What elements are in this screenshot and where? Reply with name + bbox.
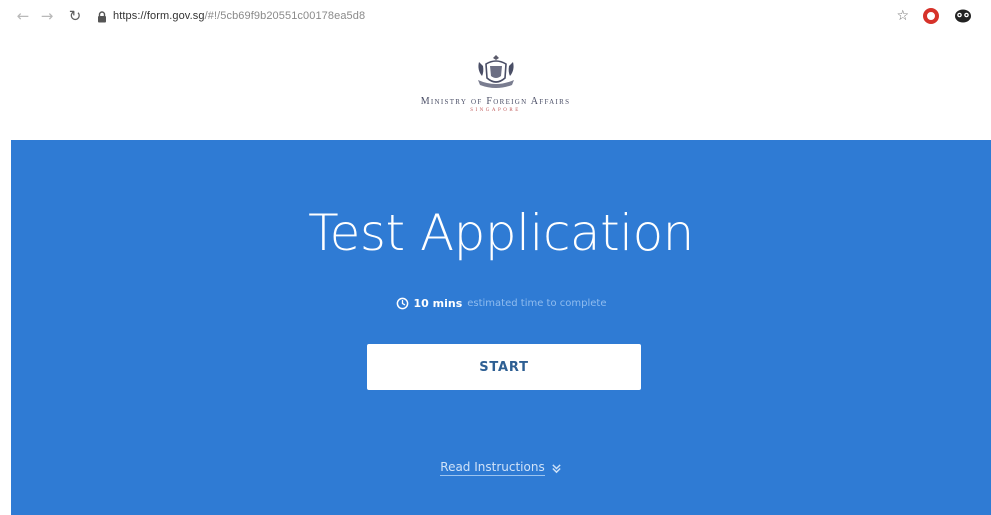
clock-icon	[396, 297, 408, 310]
reload-icon[interactable]: ↻	[64, 5, 86, 27]
time-estimate-duration: 10 mins	[413, 297, 463, 310]
form-title: Test Application	[308, 204, 694, 262]
star-icon[interactable]: ☆	[896, 8, 909, 24]
opera-icon[interactable]	[923, 8, 939, 24]
ministry-name: Ministry of Foreign Affairs	[420, 96, 571, 107]
browser-extensions: ☆	[896, 8, 979, 24]
time-estimate-label: estimated time to complete	[467, 298, 607, 309]
read-instructions-label: Read Instructions	[440, 460, 545, 476]
ministry-country: SINGAPORE	[470, 108, 521, 113]
form-hero: Test Application 10 mins estimated time …	[11, 140, 991, 515]
double-chevron-down-icon	[552, 463, 561, 473]
extension-icon[interactable]	[953, 8, 973, 24]
back-arrow-icon[interactable]: ←	[12, 5, 34, 27]
lock-icon	[96, 9, 108, 23]
read-instructions-link[interactable]: Read Instructions	[11, 460, 991, 476]
time-estimate: 10 mins estimated time to complete	[11, 297, 991, 310]
url-host: https://form.gov.sg	[113, 10, 205, 22]
address-bar[interactable]: https://form.gov.sg/#!/5cb69f9b20551c001…	[113, 10, 365, 22]
browser-toolbar: ← → ↻ https://form.gov.sg/#!/5cb69f9b205…	[0, 0, 991, 32]
coat-of-arms-icon	[477, 55, 514, 88]
start-button[interactable]: START	[367, 344, 641, 390]
page-header: Ministry of Foreign Affairs SINGAPORE	[0, 32, 991, 140]
url-path: /#!/5cb69f9b20551c00178ea5d8	[204, 10, 366, 22]
forward-arrow-icon[interactable]: →	[36, 5, 58, 27]
